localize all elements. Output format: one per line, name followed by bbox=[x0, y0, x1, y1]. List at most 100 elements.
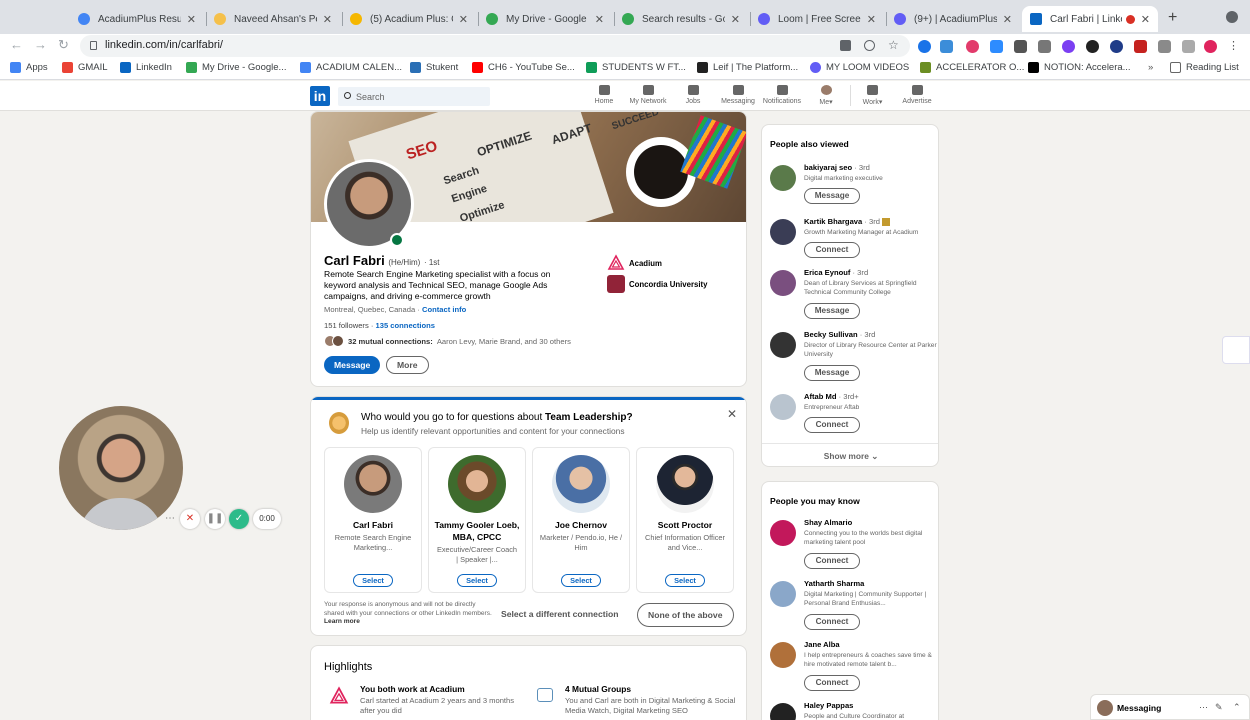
highlight-item[interactable]: You both work at Acadium Carl started at… bbox=[360, 684, 520, 716]
bookmark[interactable]: NOTION: Accelera... bbox=[1028, 62, 1131, 73]
bookmark[interactable]: GMAIL bbox=[62, 62, 108, 73]
zoom-extension-icon[interactable] bbox=[990, 40, 1003, 53]
tab-search-icon[interactable] bbox=[1226, 11, 1238, 23]
highlight-item[interactable]: 4 Mutual Groups You and Carl are both in… bbox=[565, 684, 737, 716]
mutual-connections[interactable]: 32 mutual connections: Aaron Levy, Marie… bbox=[324, 335, 571, 347]
nav-messaging[interactable]: Messaging bbox=[716, 85, 760, 105]
experience-concordia[interactable]: Concordia University bbox=[607, 275, 707, 293]
nav-work[interactable]: Work▾ bbox=[850, 85, 894, 106]
none-of-the-above-button[interactable]: None of the above bbox=[637, 603, 734, 627]
connections-link[interactable]: 135 connections bbox=[376, 321, 436, 330]
back-icon[interactable]: ← bbox=[10, 37, 23, 52]
bookmark[interactable]: ACCELERATOR O... bbox=[920, 62, 1024, 73]
experience-acadium[interactable]: Acadium bbox=[607, 254, 662, 272]
new-tab-icon[interactable]: + bbox=[1168, 9, 1177, 27]
tab-close-icon[interactable]: ✕ bbox=[731, 13, 740, 26]
extension-icon[interactable] bbox=[1038, 40, 1051, 53]
drive-icon bbox=[186, 62, 197, 73]
extension-icon[interactable] bbox=[940, 40, 953, 53]
message-button[interactable]: Message bbox=[804, 303, 860, 319]
camera-icon[interactable] bbox=[840, 40, 851, 51]
select-button[interactable]: Select bbox=[665, 574, 705, 587]
message-button[interactable]: Message bbox=[804, 365, 860, 381]
extension-icon[interactable] bbox=[1062, 40, 1075, 53]
tab-close-icon[interactable]: ✕ bbox=[1003, 13, 1012, 26]
nav-advertise[interactable]: Advertise bbox=[895, 85, 939, 105]
finish-recording-icon[interactable]: ✓ bbox=[229, 509, 249, 529]
connect-button[interactable]: Connect bbox=[804, 417, 860, 433]
address-bar[interactable]: linkedin.com/in/carlfabri/ ☆ bbox=[80, 35, 910, 57]
bookmark[interactable]: Leif | The Platform... bbox=[697, 62, 798, 73]
reload-icon[interactable]: ↻ bbox=[58, 37, 69, 53]
forward-icon[interactable]: → bbox=[34, 37, 47, 52]
extension-icon[interactable] bbox=[1110, 40, 1123, 53]
compose-icon[interactable]: ✎ bbox=[1215, 702, 1223, 713]
browser-tab[interactable]: Search results - Goo ✕ bbox=[614, 6, 748, 32]
messaging-bar[interactable]: Messaging ⋯ ✎ ⌃ bbox=[1090, 694, 1250, 720]
nav-jobs[interactable]: Jobs bbox=[671, 85, 715, 105]
extension-icon[interactable] bbox=[1014, 40, 1027, 53]
bookmark[interactable]: LinkedIn bbox=[120, 62, 172, 73]
tab-close-icon[interactable]: ✕ bbox=[867, 13, 876, 26]
browser-tab[interactable]: Naveed Ahsan's Pers ✕ bbox=[206, 6, 340, 32]
nav-me[interactable]: Me▾ bbox=[804, 85, 848, 106]
more-options-icon[interactable]: ⋯ bbox=[1199, 702, 1208, 713]
star-icon[interactable]: ☆ bbox=[888, 38, 899, 52]
pause-icon[interactable]: ❚❚ bbox=[205, 509, 225, 529]
bookmark[interactable]: MY LOOM VIDEOS bbox=[810, 62, 909, 73]
bookmark[interactable]: My Drive - Google... bbox=[186, 62, 286, 73]
contact-info-link[interactable]: Contact info bbox=[422, 305, 466, 314]
extension-icon[interactable] bbox=[918, 40, 931, 53]
nav-home[interactable]: Home bbox=[582, 85, 626, 105]
tab-favicon-icon bbox=[78, 13, 90, 25]
more-options-icon[interactable]: ⋯ bbox=[160, 509, 180, 529]
tab-close-icon[interactable]: ✕ bbox=[187, 13, 196, 26]
browser-tab[interactable]: My Drive - Google Dr ✕ bbox=[478, 6, 612, 32]
search-input[interactable]: Search bbox=[338, 87, 490, 106]
extension-side-icon[interactable] bbox=[1222, 336, 1250, 364]
nav-my-network[interactable]: My Network bbox=[626, 85, 670, 105]
select-button[interactable]: Select bbox=[457, 574, 497, 587]
tab-close-icon[interactable]: ✕ bbox=[595, 13, 604, 26]
profile-icon[interactable] bbox=[1204, 40, 1217, 53]
extension-icon[interactable] bbox=[1134, 40, 1147, 53]
connect-button[interactable]: Connect bbox=[804, 242, 860, 258]
reading-list-icon[interactable] bbox=[1182, 40, 1195, 53]
connect-button[interactable]: Connect bbox=[804, 553, 860, 569]
close-icon[interactable]: ✕ bbox=[727, 407, 737, 421]
cancel-recording-icon[interactable]: ✕ bbox=[180, 509, 200, 529]
chevron-up-icon[interactable]: ⌃ bbox=[1233, 702, 1241, 713]
bookmark[interactable]: ACADIUM CALEN... bbox=[300, 62, 402, 73]
extension-icon[interactable] bbox=[1086, 40, 1099, 53]
browser-tab[interactable]: (9+) | AcadiumPlus S ✕ bbox=[886, 6, 1020, 32]
select-different-connection-button[interactable]: Select a different connection bbox=[501, 609, 618, 619]
connect-button[interactable]: Connect bbox=[804, 675, 860, 691]
tab-close-icon[interactable]: ✕ bbox=[323, 13, 332, 26]
more-button[interactable]: More bbox=[386, 356, 429, 374]
bookmark[interactable]: Stukent bbox=[410, 62, 458, 73]
nav-notifications[interactable]: Notifications bbox=[760, 85, 804, 105]
tab-close-icon[interactable]: ✕ bbox=[1141, 13, 1150, 26]
puzzle-icon[interactable] bbox=[1158, 40, 1171, 53]
extension-icon[interactable] bbox=[966, 40, 979, 53]
bookmark-apps[interactable]: Apps bbox=[10, 62, 48, 73]
connect-button[interactable]: Connect bbox=[804, 614, 860, 630]
message-button[interactable]: Message bbox=[324, 356, 381, 374]
bookmark[interactable]: STUDENTS W FT... bbox=[586, 62, 686, 73]
bookmark[interactable]: CH6 - YouTube Se... bbox=[472, 62, 575, 73]
browser-tab[interactable]: AcadiumPlus Resum ✕ bbox=[70, 6, 204, 32]
show-more-button[interactable]: Show more ⌄ bbox=[762, 451, 938, 461]
message-button[interactable]: Message bbox=[804, 188, 860, 204]
linkedin-logo-icon[interactable]: in bbox=[310, 86, 330, 106]
select-button[interactable]: Select bbox=[561, 574, 601, 587]
learn-more-link[interactable]: Learn more bbox=[324, 618, 360, 625]
browser-tab[interactable]: (5) Acadium Plus: Co ✕ bbox=[342, 6, 476, 32]
select-button[interactable]: Select bbox=[353, 574, 393, 587]
browser-tab-active[interactable]: Carl Fabri | Linke ✕ bbox=[1022, 6, 1158, 32]
zoom-icon[interactable] bbox=[864, 40, 875, 51]
more-bookmarks-icon[interactable]: » bbox=[1148, 62, 1153, 73]
tab-close-icon[interactable]: ✕ bbox=[459, 13, 468, 26]
menu-icon[interactable]: ⋮ bbox=[1228, 40, 1241, 53]
browser-tab[interactable]: Loom | Free Screen a ✕ bbox=[750, 6, 884, 32]
reading-list-button[interactable]: Reading List bbox=[1170, 62, 1239, 73]
